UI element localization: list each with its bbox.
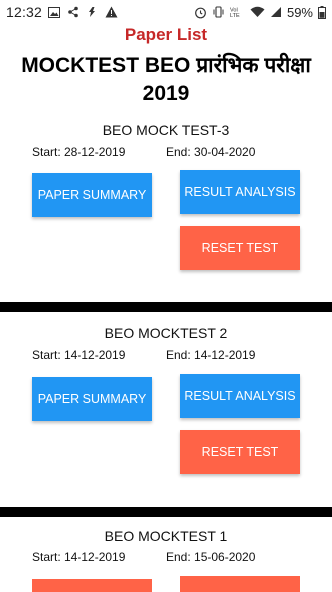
status-time: 12:32 bbox=[6, 4, 43, 20]
page-title: Paper List bbox=[124, 25, 208, 44]
paper-summary-button[interactable]: PAPER SUMMARY bbox=[32, 173, 152, 217]
vibrate-icon bbox=[212, 5, 226, 19]
wifi-icon bbox=[250, 5, 265, 19]
status-bar: 12:32 VoI LTE 59% bbox=[0, 0, 332, 24]
battery-percent: 59% bbox=[286, 4, 313, 20]
result-analysis-button[interactable]: RESULT ANALYSIS bbox=[180, 170, 300, 214]
exam-title: MOCKTEST BEO प्रारंभिक परीक्षा 2019 bbox=[21, 54, 311, 105]
battery-icon bbox=[317, 5, 326, 19]
alarm-icon bbox=[194, 5, 208, 19]
test-end-date: End: 30-04-2020 bbox=[166, 145, 256, 159]
image-icon bbox=[47, 5, 61, 19]
test-start-date: Start: 14-12-2019 bbox=[32, 348, 126, 362]
test-name: BEO MOCKTEST 2 bbox=[104, 325, 228, 341]
signal-icon bbox=[269, 5, 283, 19]
svg-text:LTE: LTE bbox=[230, 13, 240, 18]
test-end-date: End: 14-12-2019 bbox=[166, 348, 256, 362]
card-divider bbox=[0, 507, 332, 517]
share-icon bbox=[66, 5, 80, 19]
test-start-date: Start: 14-12-2019 bbox=[32, 550, 126, 564]
warning-icon bbox=[104, 5, 118, 19]
paper-summary-button[interactable]: PAPER SUMMARY bbox=[32, 377, 152, 421]
test-name: BEO MOCK TEST-3 bbox=[102, 122, 230, 138]
test-start-date: Start: 28-12-2019 bbox=[32, 145, 126, 159]
status-left: 12:32 bbox=[6, 4, 118, 20]
test-end-date: End: 15-06-2020 bbox=[166, 550, 256, 564]
result-analysis-button[interactable] bbox=[180, 576, 300, 592]
paper-summary-button[interactable] bbox=[32, 579, 152, 592]
test-name: BEO MOCKTEST 1 bbox=[104, 528, 228, 544]
volte-icon: VoI LTE bbox=[230, 5, 246, 19]
reset-test-button[interactable]: RESET TEST bbox=[180, 430, 300, 474]
reset-test-button[interactable]: RESET TEST bbox=[180, 226, 300, 270]
status-right: VoI LTE 59% bbox=[194, 5, 326, 20]
result-analysis-button[interactable]: RESULT ANALYSIS bbox=[180, 374, 300, 418]
card-divider bbox=[0, 302, 332, 312]
cloud-icon bbox=[85, 5, 99, 19]
